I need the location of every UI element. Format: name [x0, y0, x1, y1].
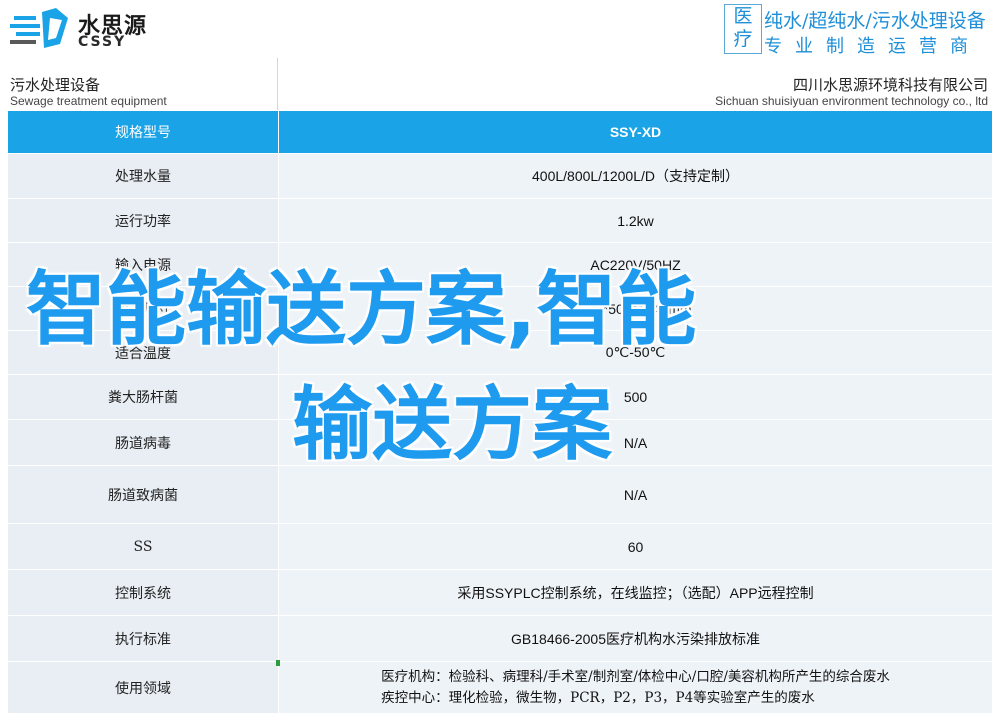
- subheader-divider: [277, 58, 278, 110]
- logo-name-en: CSSY: [78, 34, 127, 50]
- product-tagline: 纯水/超纯水/污水处理设备: [764, 10, 986, 32]
- row-label: 肠道病毒: [7, 419, 279, 466]
- table-row: 智能尺寸 600*500*1440mm: [7, 286, 993, 331]
- category-char-1: 医: [733, 5, 753, 27]
- usage-field-block: 医疗机构：检验科、病理科/手术室/制剂室/体检中心/口腔/美容机构所产生的综合废…: [381, 667, 890, 709]
- table-header-row: 规格型号 SSY-XD: [7, 110, 993, 154]
- row-value: N/A: [278, 465, 993, 524]
- usage-line-cdc: 疾控中心：理化检验，微生物，PCR，P2，P3，P4等实验室产生的废水: [381, 689, 815, 706]
- row-label: 智能尺寸: [7, 286, 279, 331]
- company-name-cn: 四川水思源环境科技有限公司: [792, 76, 988, 94]
- header-value-cell: SSY-XD: [278, 110, 993, 154]
- row-label: 运行功率: [7, 198, 279, 243]
- row-value: 0℃-50℃: [278, 330, 993, 375]
- row-value: 600*500*1440mm: [278, 286, 993, 331]
- category-title-en: Sewage treatment equipment: [10, 94, 167, 108]
- row-value: 医疗机构：检验科、病理科/手术室/制剂室/体检中心/口腔/美容机构所产生的综合废…: [278, 661, 993, 714]
- row-label: 输入电源: [7, 242, 279, 287]
- company-name-en: Sichuan shuisiyuan environment technolog…: [715, 94, 988, 108]
- category-box: 医 疗: [724, 4, 762, 54]
- category-char-2: 疗: [733, 28, 753, 50]
- row-value: GB18466-2005医疗机构水污染排放标准: [278, 615, 993, 662]
- row-label: SS: [7, 523, 279, 570]
- table-row: 运行功率 1.2kw: [7, 198, 993, 243]
- row-value: 1.2kw: [278, 198, 993, 243]
- table-row: 适合温度 0℃-50℃: [7, 330, 993, 375]
- table-row: 执行标准 GB18466-2005医疗机构水污染排放标准: [7, 615, 993, 662]
- category-title-cn: 污水处理设备: [10, 76, 101, 94]
- table-row: 肠道病毒 N/A: [7, 419, 993, 466]
- table-row: 控制系统 采用SSYPLC控制系统，在线监控；（选配）APP远程控制: [7, 569, 993, 616]
- row-label: 执行标准: [7, 615, 279, 662]
- logo-mark-icon: [10, 8, 68, 48]
- table-row: 粪大肠杆菌 500: [7, 374, 993, 420]
- row-value: 500: [278, 374, 993, 420]
- table-row: SS 60: [7, 523, 993, 570]
- row-value: AC220V/50HZ: [278, 242, 993, 287]
- row-value: N/A: [278, 419, 993, 466]
- row-label: 肠道致病菌: [7, 465, 279, 524]
- row-label: 适合温度: [7, 330, 279, 375]
- company-tagline: 专业制造运营商: [764, 36, 981, 57]
- usage-line-medical: 医疗机构：检验科、病理科/手术室/制剂室/体检中心/口腔/美容机构所产生的综合废…: [381, 668, 890, 685]
- row-value: 60: [278, 523, 993, 570]
- row-label: 粪大肠杆菌: [7, 374, 279, 420]
- spec-table: 规格型号 SSY-XD 处理水量 400L/800L/1200L/D（支持定制）…: [7, 110, 993, 714]
- header-label-cell: 规格型号: [7, 110, 279, 154]
- table-row: 使用领域 医疗机构：检验科、病理科/手术室/制剂室/体检中心/口腔/美容机构所产…: [7, 661, 993, 714]
- row-label: 使用领域: [7, 661, 279, 714]
- table-row: 处理水量 400L/800L/1200L/D（支持定制）: [7, 153, 993, 199]
- table-row: 肠道致病菌 N/A: [7, 465, 993, 524]
- table-row: 输入电源 AC220V/50HZ: [7, 242, 993, 287]
- row-value: 采用SSYPLC控制系统，在线监控；（选配）APP远程控制: [278, 569, 993, 616]
- row-label: 处理水量: [7, 153, 279, 199]
- row-label: 控制系统: [7, 569, 279, 616]
- row-value: 400L/800L/1200L/D（支持定制）: [278, 153, 993, 199]
